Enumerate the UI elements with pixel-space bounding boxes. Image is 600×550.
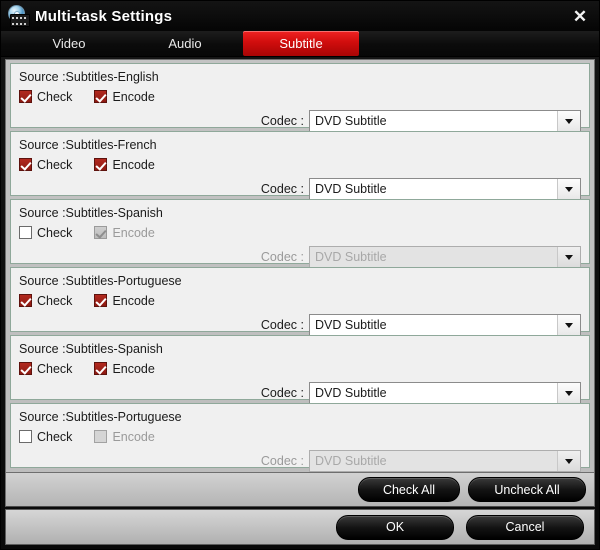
source-label: Source :Subtitles-French	[19, 138, 157, 152]
check-checkbox[interactable]	[19, 430, 32, 443]
subtitle-section: Source :Subtitles-French Check Encode Co…	[10, 131, 590, 200]
ok-button[interactable]: OK	[336, 514, 454, 540]
check-label: Check	[37, 361, 73, 376]
subtitle-section: Source :Subtitles-Portuguese Check Encod…	[10, 267, 590, 336]
check-label: Check	[37, 293, 73, 308]
encode-label: Encode	[112, 225, 155, 240]
check-checkbox[interactable]	[19, 90, 32, 103]
subtitle-section: Source :Subtitles-Spanish Check Encode C…	[10, 199, 590, 268]
encode-checkbox[interactable]	[94, 90, 108, 103]
chevron-down-icon	[557, 451, 580, 471]
codec-label: Codec :	[260, 114, 304, 128]
check-all-button[interactable]: Check All	[358, 477, 460, 502]
codec-label: Codec :	[260, 454, 304, 468]
codec-label: Codec :	[260, 386, 304, 400]
codec-select[interactable]: DVD Subtitle	[309, 178, 581, 200]
encode-checkbox[interactable]	[94, 158, 108, 171]
codec-select[interactable]: DVD Subtitle	[309, 382, 581, 404]
dialog-footer: OK Cancel	[5, 509, 595, 545]
subtitle-sections-panel: Source :Subtitles-English Check Encode C…	[5, 59, 595, 473]
multi-task-settings-window: Multi-task Settings ✕ Video Audio Subtit…	[0, 0, 600, 550]
encode-checkbox[interactable]	[94, 294, 108, 307]
check-label: Check	[37, 157, 73, 172]
chevron-down-icon[interactable]	[557, 383, 580, 403]
codec-label: Codec :	[260, 250, 304, 264]
check-label: Check	[37, 225, 73, 240]
tab-audio[interactable]: Audio	[127, 31, 243, 56]
check-label: Check	[37, 89, 73, 104]
codec-value: DVD Subtitle	[315, 114, 387, 128]
tab-bar: Video Audio Subtitle	[1, 31, 599, 57]
encode-label: Encode	[112, 361, 155, 376]
bulk-actions-bar: Check All Uncheck All	[5, 473, 595, 507]
source-label: Source :Subtitles-Portuguese	[19, 410, 182, 424]
codec-select[interactable]: DVD Subtitle	[309, 110, 581, 132]
subtitle-section: Source :Subtitles-Spanish Check Encode C…	[10, 335, 590, 404]
tab-subtitle[interactable]: Subtitle	[243, 31, 359, 56]
codec-value: DVD Subtitle	[315, 318, 387, 332]
codec-select[interactable]: DVD Subtitle	[309, 314, 581, 336]
codec-select: DVD Subtitle	[309, 450, 581, 472]
title-bar: Multi-task Settings ✕	[1, 1, 599, 31]
close-icon[interactable]: ✕	[569, 5, 591, 27]
codec-value: DVD Subtitle	[315, 250, 387, 264]
encode-checkbox	[94, 226, 108, 239]
cancel-button[interactable]: Cancel	[466, 514, 584, 540]
chevron-down-icon	[557, 247, 580, 267]
disc-film-icon	[7, 5, 30, 27]
codec-label: Codec :	[260, 318, 304, 332]
chevron-down-icon[interactable]	[557, 315, 580, 335]
encode-label: Encode	[112, 293, 155, 308]
subtitle-section: Source :Subtitles-English Check Encode C…	[10, 63, 590, 132]
encode-checkbox[interactable]	[94, 362, 108, 375]
check-label: Check	[37, 429, 73, 444]
chevron-down-icon[interactable]	[557, 111, 580, 131]
check-checkbox[interactable]	[19, 362, 32, 375]
uncheck-all-button[interactable]: Uncheck All	[468, 477, 586, 502]
encode-label: Encode	[112, 157, 155, 172]
source-label: Source :Subtitles-Spanish	[19, 206, 163, 220]
codec-label: Codec :	[260, 182, 304, 196]
codec-value: DVD Subtitle	[315, 454, 387, 468]
window-title: Multi-task Settings	[35, 7, 173, 25]
source-label: Source :Subtitles-Portuguese	[19, 274, 182, 288]
codec-value: DVD Subtitle	[315, 182, 387, 196]
subtitle-section: Source :Subtitles-Portuguese Check Encod…	[10, 403, 590, 472]
encode-checkbox	[94, 430, 108, 443]
codec-select: DVD Subtitle	[309, 246, 581, 268]
codec-value: DVD Subtitle	[315, 386, 387, 400]
chevron-down-icon[interactable]	[557, 179, 580, 199]
encode-label: Encode	[112, 429, 155, 444]
check-checkbox[interactable]	[19, 226, 32, 239]
tab-video[interactable]: Video	[11, 31, 127, 56]
check-checkbox[interactable]	[19, 158, 32, 171]
encode-label: Encode	[112, 89, 155, 104]
source-label: Source :Subtitles-Spanish	[19, 342, 163, 356]
source-label: Source :Subtitles-English	[19, 70, 159, 84]
check-checkbox[interactable]	[19, 294, 32, 307]
